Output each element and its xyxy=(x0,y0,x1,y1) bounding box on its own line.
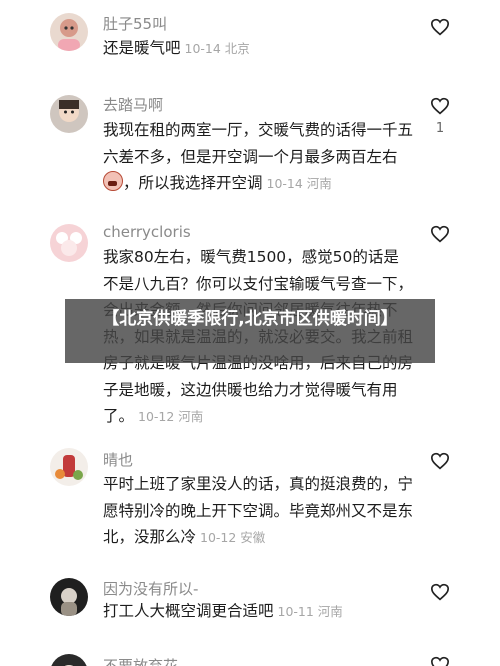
avatar-image xyxy=(50,654,88,666)
avatar-image xyxy=(50,13,88,51)
avatar[interactable] xyxy=(50,224,88,262)
comment-text: 平时上班了家里没人的话，真的挺浪费的，宁愿特别冷的晚上开下空调。毕竟郑州又不是东… xyxy=(103,471,413,552)
avatar[interactable] xyxy=(50,13,88,51)
comment-meta: 10-14 北京 xyxy=(184,41,250,56)
heart-outline-icon[interactable] xyxy=(430,18,450,36)
comment-meta: 10-11 河南 xyxy=(277,604,343,619)
username[interactable]: 不要放弃花 xyxy=(103,655,178,666)
heart-outline-icon[interactable] xyxy=(430,97,450,115)
username[interactable]: cherrycloris xyxy=(103,223,191,241)
comment-body: 打工人大概空调更合适吧 xyxy=(103,602,274,620)
title-overlay-banner: 【北京供暖季限行,北京市区供暖时间】 xyxy=(65,299,435,363)
banner-title: 【北京供暖季限行,北京市区供暖时间】 xyxy=(102,309,398,329)
comment-text: 打工人大概空调更合适吧 10-11 河南 xyxy=(103,598,413,626)
comment-item: 去踏马啊 我现在租的两室一厅，交暖气费的话得一千五六差不多，但是开空调一个月最多… xyxy=(0,80,500,192)
username[interactable]: 去踏马啊 xyxy=(103,94,163,115)
comment-body: 我现在租的两室一厅，交暖气费的话得一千五六差不多，但是开空调一个月最多两百左右 xyxy=(103,121,414,166)
avatar-image xyxy=(50,95,88,133)
comment-text: 还是暖气吧 10-14 北京 xyxy=(103,35,413,63)
like-count: 1 xyxy=(435,121,445,136)
comment-item: 晴也 平时上班了家里没人的话，真的挺浪费的，宁愿特别冷的晚上开下空调。毕竟郑州又… xyxy=(0,435,500,560)
username[interactable]: 因为没有所以- xyxy=(103,578,198,599)
heart-outline-icon[interactable] xyxy=(430,583,450,601)
heart-outline-icon[interactable] xyxy=(430,225,450,243)
comment-text: 我现在租的两室一厅，交暖气费的话得一千五六差不多，但是开空调一个月最多两百左右 ，… xyxy=(103,117,413,198)
avatar[interactable] xyxy=(50,578,88,616)
avatar[interactable] xyxy=(50,448,88,486)
avatar[interactable] xyxy=(50,95,88,133)
heart-outline-icon[interactable] xyxy=(430,656,450,666)
comment-meta: 10-14 河南 xyxy=(266,176,332,191)
comment-body: 还是暖气吧 xyxy=(103,39,181,57)
avatar-image xyxy=(50,578,88,616)
avatar-image xyxy=(50,224,88,262)
comment-body-continued: ，所以我选择开空调 xyxy=(123,174,263,192)
comment-meta: 10-12 河南 xyxy=(138,409,204,424)
avatar-image xyxy=(50,448,88,486)
crying-face-icon xyxy=(103,171,123,191)
avatar[interactable] xyxy=(50,654,88,666)
comment-meta: 10-12 安徽 xyxy=(200,530,266,545)
username[interactable]: 肚子55叫 xyxy=(103,13,167,34)
heart-outline-icon[interactable] xyxy=(430,452,450,470)
comment-item: 因为没有所以- 打工人大概空调更合适吧 10-11 河南 xyxy=(0,560,500,640)
comment-item: 不要放弃花 xyxy=(0,640,500,666)
comment-item: 肚子55叫 还是暖气吧 10-14 北京 xyxy=(0,0,500,80)
username[interactable]: 晴也 xyxy=(103,449,133,470)
